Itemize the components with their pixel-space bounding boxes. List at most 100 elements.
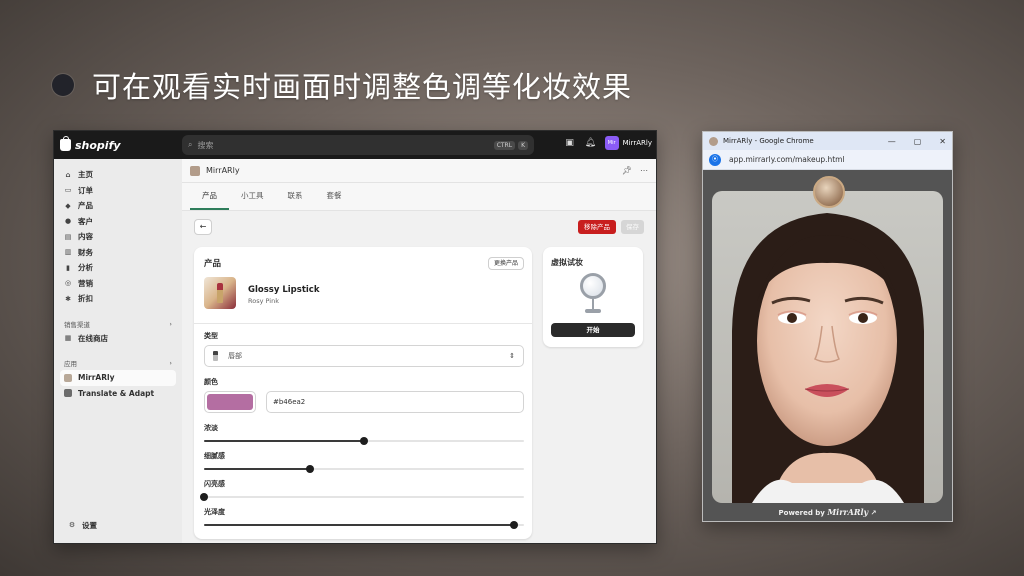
more-icon[interactable]: ⋯ bbox=[640, 166, 648, 175]
slider-handle[interactable] bbox=[200, 493, 208, 501]
sidebar-item-settings[interactable]: ⚙ 设置 bbox=[64, 518, 97, 534]
remove-product-button[interactable]: 移除产品 bbox=[578, 220, 616, 234]
change-product-button[interactable]: 更换产品 bbox=[487, 257, 524, 270]
search-shortcut: CTRL K bbox=[493, 140, 528, 150]
slider[interactable] bbox=[204, 465, 524, 473]
slider-label: 光泽度 bbox=[204, 508, 225, 516]
type-select[interactable]: 唇部 ⇕ bbox=[204, 345, 524, 367]
tab-widgets[interactable]: 小工具 bbox=[229, 190, 276, 210]
chevron-updown-icon: ⇕ bbox=[509, 352, 515, 360]
save-button[interactable]: 保存 bbox=[621, 220, 644, 234]
sidebar-item-mirrarly[interactable]: MirrARly bbox=[60, 370, 176, 386]
mirror-icon bbox=[577, 273, 609, 315]
tab-bar: 产品 小工具 联系 套餐 bbox=[182, 183, 656, 211]
sidebar-item-label: 客户 bbox=[78, 216, 93, 226]
sidebar-item-label: 订单 bbox=[78, 185, 93, 195]
url-text: app.mirrarly.com/makeup.html bbox=[729, 155, 845, 164]
top-bar: shopify ⌕ 搜索 CTRL K ▣ 🔔︎ Mir MirrARly bbox=[54, 131, 656, 159]
type-value: 唇部 bbox=[228, 352, 242, 360]
shopify-bag-icon bbox=[60, 136, 71, 151]
sidebar-nav: ⌂ 主页 ▭ 订单 ◆ 产品 ● 客户 ▤ 内容 ▥ 财务 ▮ 分析 ◎ 营销 ✱ 折扣 bbox=[60, 167, 176, 307]
store-menu[interactable]: Mir MirrARly bbox=[604, 136, 652, 150]
tab-contact[interactable]: 联系 bbox=[276, 190, 315, 210]
slide-title-text: 可在观看实时画面时调整色调等化妆效果 bbox=[92, 70, 633, 104]
sidebar-item-label: 分析 bbox=[78, 263, 93, 273]
sales-channels-header[interactable]: 销售渠道 › bbox=[60, 317, 176, 331]
shopify-logo[interactable]: shopify bbox=[60, 136, 121, 152]
window-title: MirrARly - Google Chrome bbox=[723, 137, 814, 145]
sidebar-item-inbox[interactable]: ▭ 订单 bbox=[60, 183, 176, 199]
slider[interactable] bbox=[200, 493, 524, 501]
app-header-actions: 📌︎ ⋯ bbox=[622, 166, 648, 175]
home-icon: ⌂ bbox=[65, 170, 71, 179]
address-bar[interactable]: ⦿ app.mirrarly.com/makeup.html bbox=[703, 150, 952, 170]
slider[interactable] bbox=[204, 521, 524, 529]
sidebar-item-label: 折扣 bbox=[78, 294, 93, 304]
sidebar-item-translate[interactable]: Translate & Adapt bbox=[60, 386, 176, 402]
top-right-controls: ▣ 🔔︎ Mir MirrARly bbox=[565, 136, 652, 150]
sidebar-item-online-store[interactable]: ▦ 在线商店 bbox=[60, 331, 176, 347]
color-swatch[interactable] bbox=[204, 391, 256, 413]
sidebar-item-label: MirrARly bbox=[78, 373, 115, 383]
bank-icon: ▥ bbox=[64, 248, 72, 257]
app-header-title: MirrARly bbox=[206, 166, 240, 175]
sidebar-item-image[interactable]: ▤ 内容 bbox=[60, 229, 176, 245]
start-button[interactable]: 开始 bbox=[551, 323, 635, 337]
sidebar-item-target[interactable]: ◎ 营销 bbox=[60, 276, 176, 292]
sidebar-item-chart[interactable]: ▮ 分析 bbox=[60, 260, 176, 276]
pin-icon[interactable]: 📌︎ bbox=[622, 166, 632, 175]
color-label: 颜色 bbox=[204, 378, 218, 386]
maximize-icon[interactable]: ▢ bbox=[914, 137, 922, 146]
apps-header[interactable]: 应用 › bbox=[60, 356, 176, 370]
mirrarly-app-icon bbox=[64, 373, 72, 382]
tab-plans[interactable]: 套餐 bbox=[315, 190, 354, 210]
slider[interactable] bbox=[204, 437, 524, 445]
tab-products[interactable]: 产品 bbox=[190, 190, 229, 210]
store-icon[interactable]: ▣ bbox=[565, 138, 575, 148]
color-hex-input[interactable]: #b46ea2 bbox=[266, 391, 524, 413]
sidebar-item-home[interactable]: ⌂ 主页 bbox=[60, 167, 176, 183]
sidebar-item-person[interactable]: ● 客户 bbox=[60, 214, 176, 230]
slider-handle[interactable] bbox=[510, 521, 519, 529]
slider-label: 闪亮感 bbox=[204, 480, 225, 488]
store-name: MirrARly bbox=[622, 139, 652, 147]
search-placeholder: 搜索 bbox=[197, 140, 214, 150]
close-icon[interactable]: ✕ bbox=[939, 137, 946, 146]
slide-heading: 可在观看实时画面时调整色调等化妆效果 bbox=[52, 64, 632, 106]
sidebar-item-bank[interactable]: ▥ 财务 bbox=[60, 245, 176, 261]
slider-handle[interactable] bbox=[360, 437, 368, 445]
slider-fill bbox=[204, 524, 515, 526]
chevron-right-icon: › bbox=[169, 359, 172, 367]
product-name: Glossy Lipstick bbox=[248, 285, 320, 295]
product-card-title: 产品 bbox=[204, 259, 222, 269]
mirrarly-logo-icon bbox=[190, 165, 200, 176]
logo-text: shopify bbox=[75, 138, 121, 152]
bell-icon[interactable]: 🔔︎ bbox=[585, 138, 596, 148]
slider-track bbox=[204, 496, 524, 498]
tag-icon: ◆ bbox=[65, 201, 71, 210]
main-content: MirrARly 📌︎ ⋯ 产品 小工具 联系 套餐 ← 移除产品 保存 产品 … bbox=[182, 159, 656, 543]
external-link-icon: ↗ bbox=[870, 509, 877, 517]
shopify-admin-window: shopify ⌕ 搜索 CTRL K ▣ 🔔︎ Mir MirrARly ⌂ 主… bbox=[53, 130, 657, 544]
apps-label: 应用 bbox=[64, 360, 77, 368]
virtual-try-on-card: 虚拟试妆 开始 bbox=[543, 247, 643, 347]
sidebar-item-discount[interactable]: ✱ 折扣 bbox=[60, 291, 176, 307]
search-input[interactable]: ⌕ 搜索 CTRL K bbox=[182, 135, 534, 155]
sidebar-item-label: 内容 bbox=[78, 232, 93, 242]
slider-fill bbox=[204, 468, 310, 470]
inbox-icon: ▭ bbox=[64, 186, 72, 195]
window-controls: — ▢ ✕ bbox=[888, 137, 946, 146]
minimize-icon[interactable]: — bbox=[888, 137, 896, 146]
powered-by-footer[interactable]: Powered by MirrARly ↗ bbox=[703, 507, 952, 517]
slider-label: 浓淡 bbox=[204, 424, 218, 432]
lipstick-icon bbox=[213, 351, 218, 361]
mirrarly-badge bbox=[813, 176, 845, 208]
storefront-icon: ▦ bbox=[64, 334, 72, 343]
sidebar-item-tag[interactable]: ◆ 产品 bbox=[60, 198, 176, 214]
face-preview bbox=[712, 191, 943, 503]
site-info-icon[interactable]: ⦿ bbox=[709, 153, 721, 166]
sidebar-item-label: 财务 bbox=[78, 247, 93, 257]
chrome-window: MirrARly - Google Chrome — ▢ ✕ ⦿ app.mir… bbox=[702, 131, 953, 522]
back-button[interactable]: ← bbox=[194, 219, 212, 235]
slider-handle[interactable] bbox=[305, 465, 314, 473]
